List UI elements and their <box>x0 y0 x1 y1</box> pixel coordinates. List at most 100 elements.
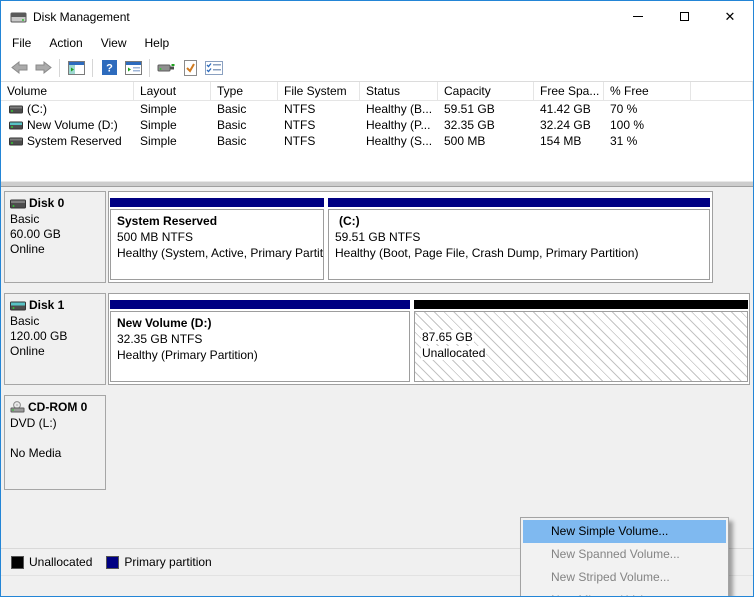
column-header-blank <box>691 82 753 100</box>
volume-capacity: 59.51 GB <box>438 102 534 116</box>
volume-pct-free: 100 % <box>604 118 691 132</box>
disk1-panel[interactable]: Disk 1 Basic 120.00 GB Online <box>4 293 106 385</box>
disk-type: Basic <box>10 212 102 227</box>
table-row[interactable]: System Reserved Simple Basic NTFS Health… <box>1 133 753 149</box>
disk0-row: Disk 0 Basic 60.00 GB Online System Rese… <box>4 191 753 283</box>
column-header-status[interactable]: Status <box>360 82 438 100</box>
legend-unallocated: Unallocated <box>11 555 92 569</box>
disk-graph-area: Disk 0 Basic 60.00 GB Online System Rese… <box>1 187 753 548</box>
unallocated-region[interactable]: 87.65 GB Unallocated <box>414 300 748 382</box>
partition-size: 500 MB NTFS <box>117 229 317 245</box>
partition-size: 59.51 GB NTFS <box>335 229 703 245</box>
back-icon[interactable] <box>7 57 31 79</box>
volume-fs: NTFS <box>278 102 360 116</box>
table-row[interactable]: New Volume (D:) Simple Basic NTFS Health… <box>1 117 753 133</box>
checklist-icon[interactable] <box>202 57 226 79</box>
column-header-layout[interactable]: Layout <box>134 82 211 100</box>
menu-view[interactable]: View <box>92 34 136 52</box>
help-icon[interactable]: ? <box>97 57 121 79</box>
volume-list-header: Volume Layout Type File System Status Ca… <box>1 82 753 101</box>
column-header-pct-free[interactable]: % Free <box>604 82 691 100</box>
disk-name: Disk 0 <box>29 196 64 210</box>
disk1-partition-area: New Volume (D:) 32.35 GB NTFS Healthy (P… <box>108 293 750 385</box>
volume-free: 154 MB <box>534 134 604 148</box>
menu-item-new-simple-volume[interactable]: New Simple Volume... <box>523 520 726 543</box>
volume-type: Basic <box>211 102 278 116</box>
disk-size: 60.00 GB <box>10 227 102 242</box>
volume-drive-icon <box>9 104 23 114</box>
volume-layout: Simple <box>134 118 211 132</box>
disk-type: DVD (L:) <box>10 416 102 431</box>
column-header-file-system[interactable]: File System <box>278 82 360 100</box>
unallocated-bar <box>414 300 748 309</box>
disk-icon <box>10 300 26 311</box>
primary-partition-bar <box>110 198 324 207</box>
svg-text:?: ? <box>106 63 113 75</box>
volume-pct-free: 31 % <box>604 134 691 148</box>
primary-partition-swatch <box>106 556 119 569</box>
cdrom-panel[interactable]: CD-ROM 0 DVD (L:) No Media <box>4 395 106 490</box>
column-header-capacity[interactable]: Capacity <box>438 82 534 100</box>
volume-pct-free: 70 % <box>604 102 691 116</box>
disk-name: CD-ROM 0 <box>28 400 87 414</box>
close-button[interactable]: ✕ <box>707 1 753 32</box>
toolbar: ? <box>1 54 753 82</box>
partition-new-volume-d[interactable]: New Volume (D:) 32.35 GB NTFS Healthy (P… <box>110 300 410 382</box>
title-bar: Disk Management ✕ <box>1 1 753 32</box>
cdrom-row: CD-ROM 0 DVD (L:) No Media <box>4 395 753 490</box>
column-header-volume[interactable]: Volume <box>1 82 134 100</box>
disk-name: Disk 1 <box>29 298 64 312</box>
unallocated-label: Unallocated <box>421 346 486 360</box>
column-header-free-space[interactable]: Free Spa... <box>534 82 604 100</box>
partition-status: Healthy (System, Active, Primary Partit <box>117 245 317 261</box>
volume-fs: NTFS <box>278 118 360 132</box>
properties-check-icon[interactable] <box>178 57 202 79</box>
volume-name: System Reserved <box>27 134 122 148</box>
legend-label: Primary partition <box>124 555 211 569</box>
console-tree-icon[interactable] <box>64 57 88 79</box>
disk0-partition-area: System Reserved 500 MB NTFS Healthy (Sys… <box>108 191 713 283</box>
primary-partition-bar <box>328 198 710 207</box>
disk-icon <box>10 198 26 209</box>
volume-list: Volume Layout Type File System Status Ca… <box>1 82 753 181</box>
partition-c[interactable]: (C:) 59.51 GB NTFS Healthy (Boot, Page F… <box>328 198 710 280</box>
window-title: Disk Management <box>33 10 615 24</box>
volume-capacity: 500 MB <box>438 134 534 148</box>
disk-status: No Media <box>10 446 102 461</box>
legend-label: Unallocated <box>29 555 92 569</box>
volume-name: New Volume (D:) <box>27 118 118 132</box>
minimize-button[interactable] <box>615 1 661 32</box>
device-icon[interactable] <box>154 57 178 79</box>
close-icon: ✕ <box>725 10 736 23</box>
volume-free: 41.42 GB <box>534 102 604 116</box>
unallocated-size: 87.65 GB <box>421 330 474 344</box>
action-pane-icon[interactable] <box>121 57 145 79</box>
disk-type: Basic <box>10 314 102 329</box>
volume-free: 32.24 GB <box>534 118 604 132</box>
maximize-icon <box>680 12 689 21</box>
volume-type: Basic <box>211 118 278 132</box>
menu-action[interactable]: Action <box>40 34 91 52</box>
menu-file[interactable]: File <box>3 34 40 52</box>
volume-drive-icon <box>9 136 23 146</box>
disk1-row: Disk 1 Basic 120.00 GB Online New Volume… <box>4 293 753 385</box>
volume-capacity: 32.35 GB <box>438 118 534 132</box>
menu-item-new-striped-volume: New Striped Volume... <box>521 566 728 589</box>
partition-system-reserved[interactable]: System Reserved 500 MB NTFS Healthy (Sys… <box>110 198 324 280</box>
volume-name: (C:) <box>27 102 47 116</box>
volume-fs: NTFS <box>278 134 360 148</box>
toolbar-separator <box>92 59 93 77</box>
volume-type: Basic <box>211 134 278 148</box>
menu-item-new-spanned-volume: New Spanned Volume... <box>521 543 728 566</box>
disk0-panel[interactable]: Disk 0 Basic 60.00 GB Online <box>4 191 106 283</box>
minimize-icon <box>633 16 643 17</box>
legend-primary-partition: Primary partition <box>106 555 211 569</box>
partition-size: 32.35 GB NTFS <box>117 331 403 347</box>
table-row[interactable]: (C:) Simple Basic NTFS Healthy (B... 59.… <box>1 101 753 117</box>
column-header-type[interactable]: Type <box>211 82 278 100</box>
menu-help[interactable]: Help <box>136 34 179 52</box>
maximize-button[interactable] <box>661 1 707 32</box>
toolbar-separator <box>59 59 60 77</box>
forward-icon[interactable] <box>31 57 55 79</box>
volume-status: Healthy (B... <box>360 102 438 116</box>
